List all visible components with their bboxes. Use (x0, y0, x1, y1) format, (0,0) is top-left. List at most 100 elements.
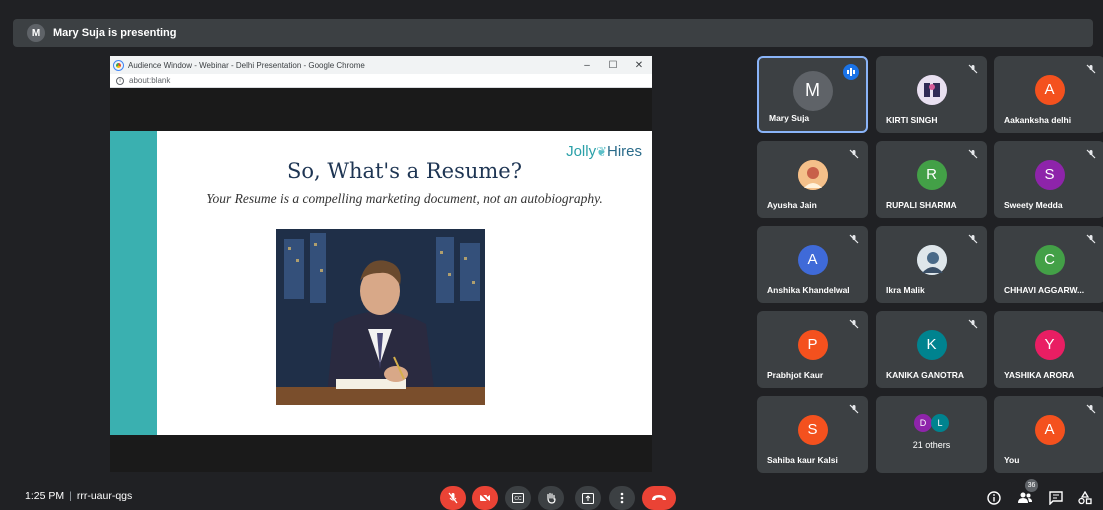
captions-icon: CC (512, 493, 524, 503)
more-options-button[interactable] (609, 486, 635, 510)
participant-avatar: A (1034, 414, 1065, 445)
participant-avatar: K (916, 329, 947, 360)
raise-hand-icon (547, 492, 556, 504)
other-avatar: D (914, 414, 932, 432)
participant-tile[interactable]: R RUPALI SHARMA (876, 141, 987, 218)
minimize-button[interactable]: – (574, 60, 600, 71)
participant-tile[interactable]: S Sahiba kaur Kalsi (757, 396, 868, 473)
mic-off-icon (1086, 404, 1096, 414)
mic-off-icon (968, 149, 978, 159)
speaking-icon (843, 64, 859, 80)
mic-off-icon (1086, 149, 1096, 159)
info-button[interactable] (984, 488, 1004, 508)
others-label: 21 others (912, 440, 951, 450)
mic-off-icon (1086, 64, 1096, 74)
raise-hand-button[interactable] (538, 486, 564, 510)
mic-off-icon (849, 149, 859, 159)
site-info-icon: i (116, 76, 124, 85)
mic-off-icon (849, 234, 859, 244)
presenting-text: Mary Suja is presenting (53, 27, 177, 39)
camera-off-icon (479, 492, 491, 504)
participant-name: RUPALI SHARMA (886, 200, 957, 210)
present-icon (582, 492, 594, 504)
participant-photo (797, 159, 828, 190)
browser-titlebar: Audience Window - Webinar - Delhi Presen… (110, 56, 652, 74)
captions-button[interactable]: CC (505, 486, 531, 510)
participant-name: Aakanksha delhi (1004, 115, 1072, 125)
participant-avatar: P (797, 329, 828, 360)
participant-name: You (1004, 455, 1020, 465)
self-tile[interactable]: A You (994, 396, 1103, 473)
participant-name: Anshika Khandelwal (767, 285, 850, 295)
close-button[interactable]: ✕ (626, 60, 652, 71)
dark-margin (110, 88, 652, 131)
browser-title: Audience Window - Webinar - Delhi Presen… (128, 60, 365, 70)
participant-name: KANIKA GANOTRA (886, 370, 965, 380)
participant-avatar: R (916, 159, 947, 190)
participant-photo (916, 74, 947, 105)
control-bar: 1:25 PM | rrr-uaur-qgs CC (0, 478, 1103, 510)
participant-tile[interactable]: KIRTI SINGH (876, 56, 987, 133)
svg-text:CC: CC (514, 496, 522, 502)
present-button[interactable] (575, 486, 601, 510)
address-bar[interactable]: i about:blank (110, 74, 652, 88)
presenting-banner: M Mary Suja is presenting (13, 19, 1093, 47)
end-call-button[interactable] (642, 486, 676, 510)
mic-off-icon (1086, 234, 1096, 244)
participant-tile[interactable]: Y YASHIKA ARORA (994, 311, 1103, 388)
participant-photo (916, 244, 947, 275)
slide-title: So, What's a Resume? (286, 159, 522, 183)
participant-tile[interactable]: S Sweety Medda (994, 141, 1103, 218)
participant-tile[interactable]: Ikra Malik (876, 226, 987, 303)
meeting-details: 1:25 PM | rrr-uaur-qgs (25, 490, 133, 502)
more-vert-icon (620, 492, 624, 504)
participant-avatar: S (1034, 159, 1065, 190)
presentation-slide: Jolly❦Hires So, What's a Resume? Your Re… (110, 131, 652, 435)
participant-name: CHHAVI AGGARW... (1004, 285, 1085, 295)
mic-off-icon (968, 64, 978, 74)
mic-off-icon (968, 234, 978, 244)
participant-name: Sahiba kaur Kalsi (767, 455, 838, 465)
participant-tile[interactable]: Ayusha Jain (757, 141, 868, 218)
camera-toggle-button[interactable] (472, 486, 498, 510)
participant-tile[interactable]: A Anshika Khandelwal (757, 226, 868, 303)
activities-icon (1078, 491, 1092, 505)
participant-name: Sweety Medda (1004, 200, 1063, 210)
other-avatar: L (931, 414, 949, 432)
chat-icon (1049, 491, 1063, 505)
participant-avatar: A (797, 244, 828, 275)
presenter-avatar: M (27, 24, 45, 42)
participant-name: Ayusha Jain (767, 200, 817, 210)
end-call-icon (652, 495, 666, 500)
others-tile[interactable]: D L 21 others (876, 396, 987, 473)
participant-avatar: Y (1034, 329, 1065, 360)
participant-name: Ikra Malik (886, 285, 925, 295)
mic-toggle-button[interactable] (440, 486, 466, 510)
mic-off-icon (968, 319, 978, 329)
participant-avatar: S (797, 414, 828, 445)
mic-off-icon (849, 404, 859, 414)
participant-tile[interactable]: M Mary Suja (757, 56, 868, 133)
maximize-button[interactable]: ☐ (600, 60, 626, 71)
participant-avatar: M (792, 70, 833, 111)
chat-button[interactable] (1046, 488, 1066, 508)
participant-name: Prabhjot Kaur (767, 370, 824, 380)
participant-count-badge: 36 (1025, 479, 1038, 492)
mic-off-icon (849, 319, 859, 329)
brand-logo: Jolly❦Hires (566, 143, 642, 160)
participant-avatar: C (1034, 244, 1065, 275)
participant-tile[interactable]: P Prabhjot Kaur (757, 311, 868, 388)
participant-name: KIRTI SINGH (886, 115, 938, 125)
participant-name: YASHIKA ARORA (1004, 370, 1075, 380)
meeting-code: rrr-uaur-qgs (76, 490, 133, 502)
people-icon (1018, 492, 1032, 503)
meeting-time: 1:25 PM (25, 490, 65, 502)
participant-tile[interactable]: A Aakanksha delhi (994, 56, 1103, 133)
info-icon (987, 491, 1001, 505)
address-text: about:blank (129, 76, 171, 85)
slide-accent-stripe (110, 131, 157, 435)
participant-tile[interactable]: K KANIKA GANOTRA (876, 311, 987, 388)
participant-avatar: A (1034, 74, 1065, 105)
participant-tile[interactable]: C CHHAVI AGGARW... (994, 226, 1103, 303)
activities-button[interactable] (1075, 488, 1095, 508)
